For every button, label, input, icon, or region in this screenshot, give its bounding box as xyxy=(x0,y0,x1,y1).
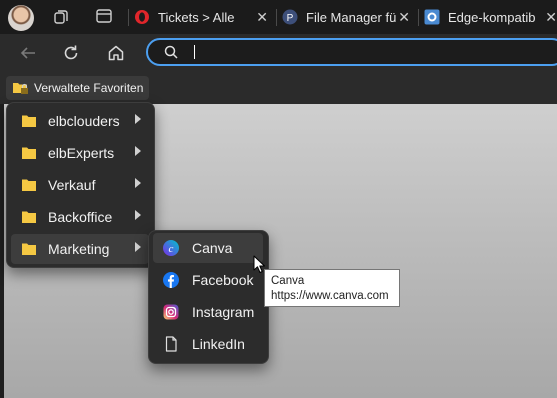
p-badge-icon: P xyxy=(282,9,298,25)
arrow-left-icon xyxy=(20,47,35,59)
link-tooltip: Canva https://www.canva.com xyxy=(264,269,400,307)
refresh-icon xyxy=(64,45,78,60)
submenu-item-label: Facebook xyxy=(192,272,254,288)
tab-title: File Manager fü xyxy=(306,9,397,25)
mouse-cursor-icon xyxy=(253,255,265,273)
folder-icon xyxy=(22,243,36,255)
folder-lock-icon xyxy=(13,83,28,94)
folder-icon xyxy=(22,115,36,127)
vertical-tabs-icon[interactable] xyxy=(96,9,112,23)
submenu-item-label: Instagram xyxy=(192,304,255,320)
tab-tickets[interactable]: Tickets > Alle ✕ xyxy=(134,3,274,31)
chevron-right-icon xyxy=(135,242,141,252)
svg-text:c: c xyxy=(169,243,174,255)
menu-item-label: Backoffice xyxy=(48,209,113,225)
tab-separator xyxy=(276,9,277,26)
browser-toolbar xyxy=(0,34,557,72)
text-caret xyxy=(194,45,195,59)
close-icon[interactable]: ✕ xyxy=(545,9,557,26)
menu-item-label: elbExperts xyxy=(48,145,115,161)
tooltip-title: Canva xyxy=(271,275,305,287)
submenu-item-canva[interactable]: c Canva xyxy=(153,233,263,263)
menu-item-backoffice[interactable]: Backoffice xyxy=(11,202,149,232)
facebook-icon xyxy=(163,272,179,288)
profile-avatar[interactable] xyxy=(8,5,34,31)
tab-edge-kompatib[interactable]: Edge-kompatib ✕ xyxy=(424,3,557,31)
submenu-item-label: Canva xyxy=(192,240,233,256)
home-icon xyxy=(108,45,124,61)
close-icon[interactable]: ✕ xyxy=(398,9,410,26)
chevron-right-icon xyxy=(135,178,141,188)
search-icon xyxy=(164,45,178,59)
tab-file-manager[interactable]: P File Manager fü ✕ xyxy=(282,3,416,31)
tab-separator xyxy=(128,9,129,26)
opera-red-icon xyxy=(135,10,149,24)
home-button[interactable] xyxy=(104,41,128,65)
tab-separator xyxy=(418,9,419,26)
menu-item-label: Verkauf xyxy=(48,177,96,193)
gear-blue-icon xyxy=(424,9,440,25)
menu-item-elbclouders[interactable]: elbclouders xyxy=(11,106,149,136)
address-input[interactable] xyxy=(192,43,492,61)
chevron-right-icon xyxy=(135,114,141,124)
chevron-right-icon xyxy=(135,210,141,220)
submenu-item-facebook[interactable]: Facebook xyxy=(153,265,263,295)
address-bar[interactable] xyxy=(146,38,557,66)
menu-item-verkauf[interactable]: Verkauf xyxy=(11,170,149,200)
submenu-item-linkedin[interactable]: LinkedIn xyxy=(153,329,263,359)
refresh-button[interactable] xyxy=(59,41,83,65)
page-icon xyxy=(165,336,177,352)
tooltip-url: https://www.canva.com xyxy=(271,290,389,302)
workspaces-icon[interactable] xyxy=(52,8,70,26)
menu-item-marketing[interactable]: Marketing xyxy=(11,234,149,264)
menu-item-label: elbclouders xyxy=(48,113,120,129)
tab-strip: Tickets > Alle ✕ P File Manager fü ✕ Edg… xyxy=(0,0,557,34)
folder-icon xyxy=(22,211,36,223)
marketing-submenu: c Canva Facebook Instagram LinkedIn xyxy=(148,230,269,364)
favorites-bar: Verwaltete Favoriten xyxy=(0,72,557,104)
favorites-folder-label: Verwaltete Favoriten xyxy=(34,81,144,95)
menu-item-elbexperts[interactable]: elbExperts xyxy=(11,138,149,168)
submenu-item-label: LinkedIn xyxy=(192,336,245,352)
back-button[interactable] xyxy=(16,41,40,65)
menu-item-label: Marketing xyxy=(48,241,110,257)
tab-title: Edge-kompatib xyxy=(448,9,536,25)
svg-text:P: P xyxy=(287,13,294,24)
chevron-right-icon xyxy=(135,146,141,156)
submenu-item-instagram[interactable]: Instagram xyxy=(153,297,263,327)
instagram-icon xyxy=(163,304,179,320)
folder-icon xyxy=(22,179,36,191)
canva-icon: c xyxy=(163,240,179,256)
managed-favorites-folder[interactable]: Verwaltete Favoriten xyxy=(6,76,150,100)
favorites-folder-menu: elbclouders elbExperts Verkauf Backoffic… xyxy=(6,102,155,268)
folder-icon xyxy=(22,147,36,159)
tab-title: Tickets > Alle xyxy=(158,9,235,25)
close-icon[interactable]: ✕ xyxy=(256,9,268,26)
